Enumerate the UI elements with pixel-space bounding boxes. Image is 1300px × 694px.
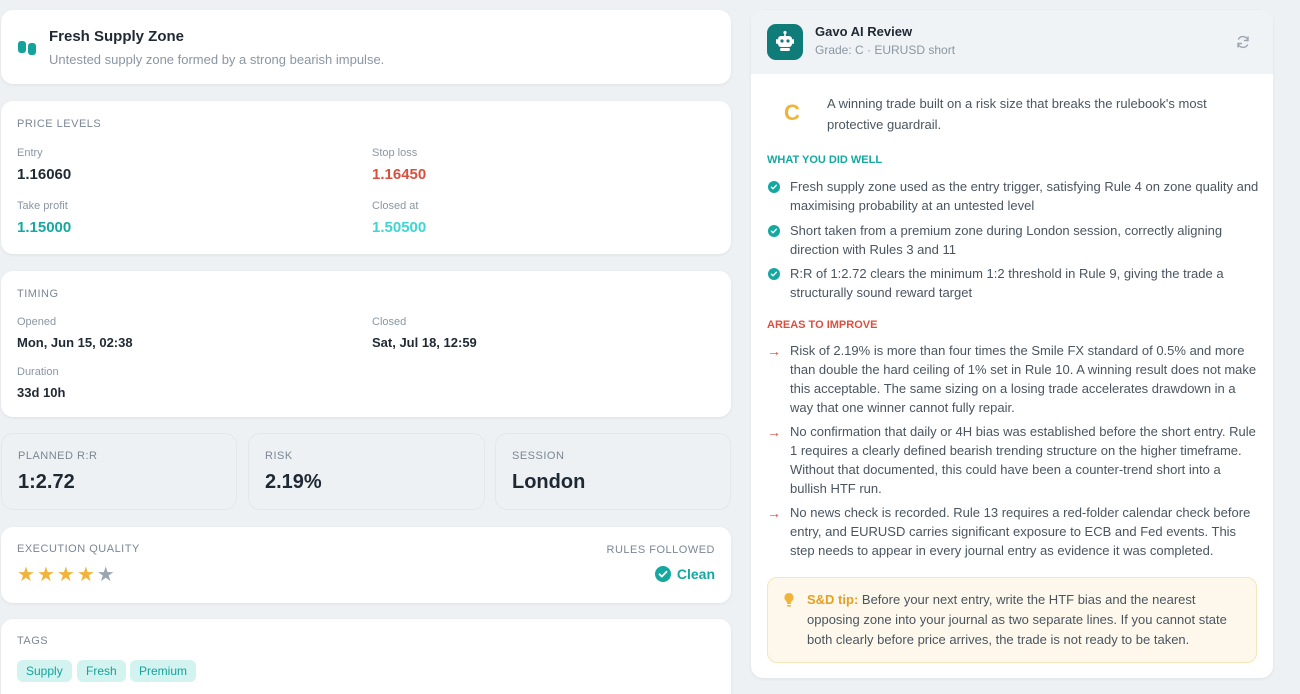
tag-premium[interactable]: Premium bbox=[130, 660, 197, 682]
execution-rating: ★ ★ ★ ★ ★ bbox=[17, 565, 115, 585]
tag-fresh[interactable]: Fresh bbox=[77, 660, 126, 682]
lightbulb-icon bbox=[783, 592, 795, 610]
closed-at-label: Closed at bbox=[372, 200, 419, 212]
star-icon: ★ bbox=[96, 564, 115, 586]
check-circle-icon bbox=[654, 566, 671, 582]
take-profit-label: Take profit bbox=[17, 200, 68, 212]
setup-header-card: Fresh Supply Zone Untested supply zone f… bbox=[1, 10, 731, 84]
check-circle-icon bbox=[768, 181, 780, 193]
good-item: Fresh supply zone used as the entry trig… bbox=[790, 179, 1259, 213]
entry-value: 1.16060 bbox=[17, 166, 72, 183]
price-levels-label: PRICE LEVELS bbox=[17, 118, 102, 130]
star-icon: ★ bbox=[76, 564, 95, 586]
improve-item: No confirmation that daily or 4H bias wa… bbox=[790, 424, 1256, 496]
execution-quality-label: EXECUTION QUALITY bbox=[17, 543, 140, 555]
star-icon: ★ bbox=[17, 564, 35, 586]
planned-rr-label: PLANNED R:R bbox=[18, 450, 98, 462]
price-levels-card: PRICE LEVELS Entry 1.16060 Stop loss 1.1… bbox=[1, 101, 731, 254]
opened-label: Opened bbox=[17, 316, 57, 328]
review-subtitle: Grade: C · EURUSD short bbox=[815, 43, 956, 57]
rules-followed-status: Clean bbox=[654, 566, 715, 582]
star-icon: ★ bbox=[56, 564, 75, 586]
timing-card: TIMING Opened Mon, Jun 15, 02:38 Closed … bbox=[1, 271, 731, 417]
refresh-icon[interactable] bbox=[1235, 34, 1251, 50]
zone-icon bbox=[18, 41, 38, 55]
take-profit-value: 1.15000 bbox=[17, 219, 72, 236]
setup-subtitle: Untested supply zone formed by a strong … bbox=[49, 52, 385, 67]
robot-icon bbox=[767, 24, 803, 60]
risk-value: 2.19% bbox=[265, 471, 322, 493]
sd-tip-body: Before your next entry, write the HTF bi… bbox=[807, 592, 1227, 647]
entry-label: Entry bbox=[17, 147, 43, 159]
risk-card: RISK 2.19% bbox=[248, 433, 485, 510]
improve-item: Risk of 2.19% is more than four times th… bbox=[790, 343, 1257, 415]
arrow-right-icon: → bbox=[767, 505, 781, 521]
risk-label: RISK bbox=[265, 450, 293, 462]
rules-followed-value: Clean bbox=[676, 566, 715, 582]
tag-supply[interactable]: Supply bbox=[17, 660, 72, 682]
closed-label: Closed bbox=[372, 316, 407, 328]
opened-value: Mon, Jun 15, 02:38 bbox=[17, 335, 133, 350]
stop-loss-value: 1.16450 bbox=[372, 166, 427, 183]
grade-letter: C bbox=[784, 100, 800, 125]
sd-tip-box: S&D tip: Before your next entry, write t… bbox=[767, 577, 1257, 663]
setup-title: Fresh Supply Zone bbox=[49, 28, 185, 45]
planned-rr-value: 1:2.72 bbox=[18, 471, 75, 493]
review-summary: A winning trade built on a risk size tha… bbox=[827, 96, 1207, 132]
closed-value: Sat, Jul 18, 12:59 bbox=[372, 335, 477, 350]
timing-label: TIMING bbox=[17, 288, 59, 300]
check-circle-icon bbox=[768, 225, 780, 237]
rules-followed-label: RULES FOLLOWED bbox=[606, 544, 715, 556]
duration-label: Duration bbox=[17, 366, 59, 378]
tags-label: TAGS bbox=[17, 635, 49, 647]
planned-rr-card: PLANNED R:R 1:2.72 bbox=[1, 433, 237, 510]
closed-at-value: 1.50500 bbox=[372, 219, 427, 236]
improve-heading: AREAS TO IMPROVE bbox=[767, 319, 878, 331]
tags-card: TAGS bbox=[1, 619, 731, 694]
sd-tip-text: S&D tip: Before your next entry, write t… bbox=[807, 590, 1247, 650]
review-title: Gavo AI Review bbox=[815, 24, 913, 39]
good-item: R:R of 1:2.72 clears the minimum 1:2 thr… bbox=[790, 266, 1224, 300]
check-circle-icon bbox=[768, 268, 780, 280]
session-value: London bbox=[512, 471, 586, 493]
good-heading: WHAT YOU DID WELL bbox=[767, 154, 883, 166]
sd-tip-label: S&D tip: bbox=[807, 592, 859, 607]
improve-item: No news check is recorded. Rule 13 requi… bbox=[790, 505, 1251, 558]
star-icon: ★ bbox=[36, 564, 55, 586]
ai-review-panel: Gavo AI Review Grade: C · EURUSD short C… bbox=[751, 10, 1273, 678]
stop-loss-label: Stop loss bbox=[372, 147, 418, 159]
arrow-right-icon: → bbox=[767, 343, 781, 359]
arrow-right-icon: → bbox=[767, 424, 781, 440]
session-label: SESSION bbox=[512, 450, 565, 462]
session-card: SESSION London bbox=[495, 433, 731, 510]
good-item: Short taken from a premium zone during L… bbox=[790, 223, 1223, 257]
review-header: Gavo AI Review Grade: C · EURUSD short bbox=[751, 10, 1273, 74]
duration-value: 33d 10h bbox=[17, 385, 66, 400]
